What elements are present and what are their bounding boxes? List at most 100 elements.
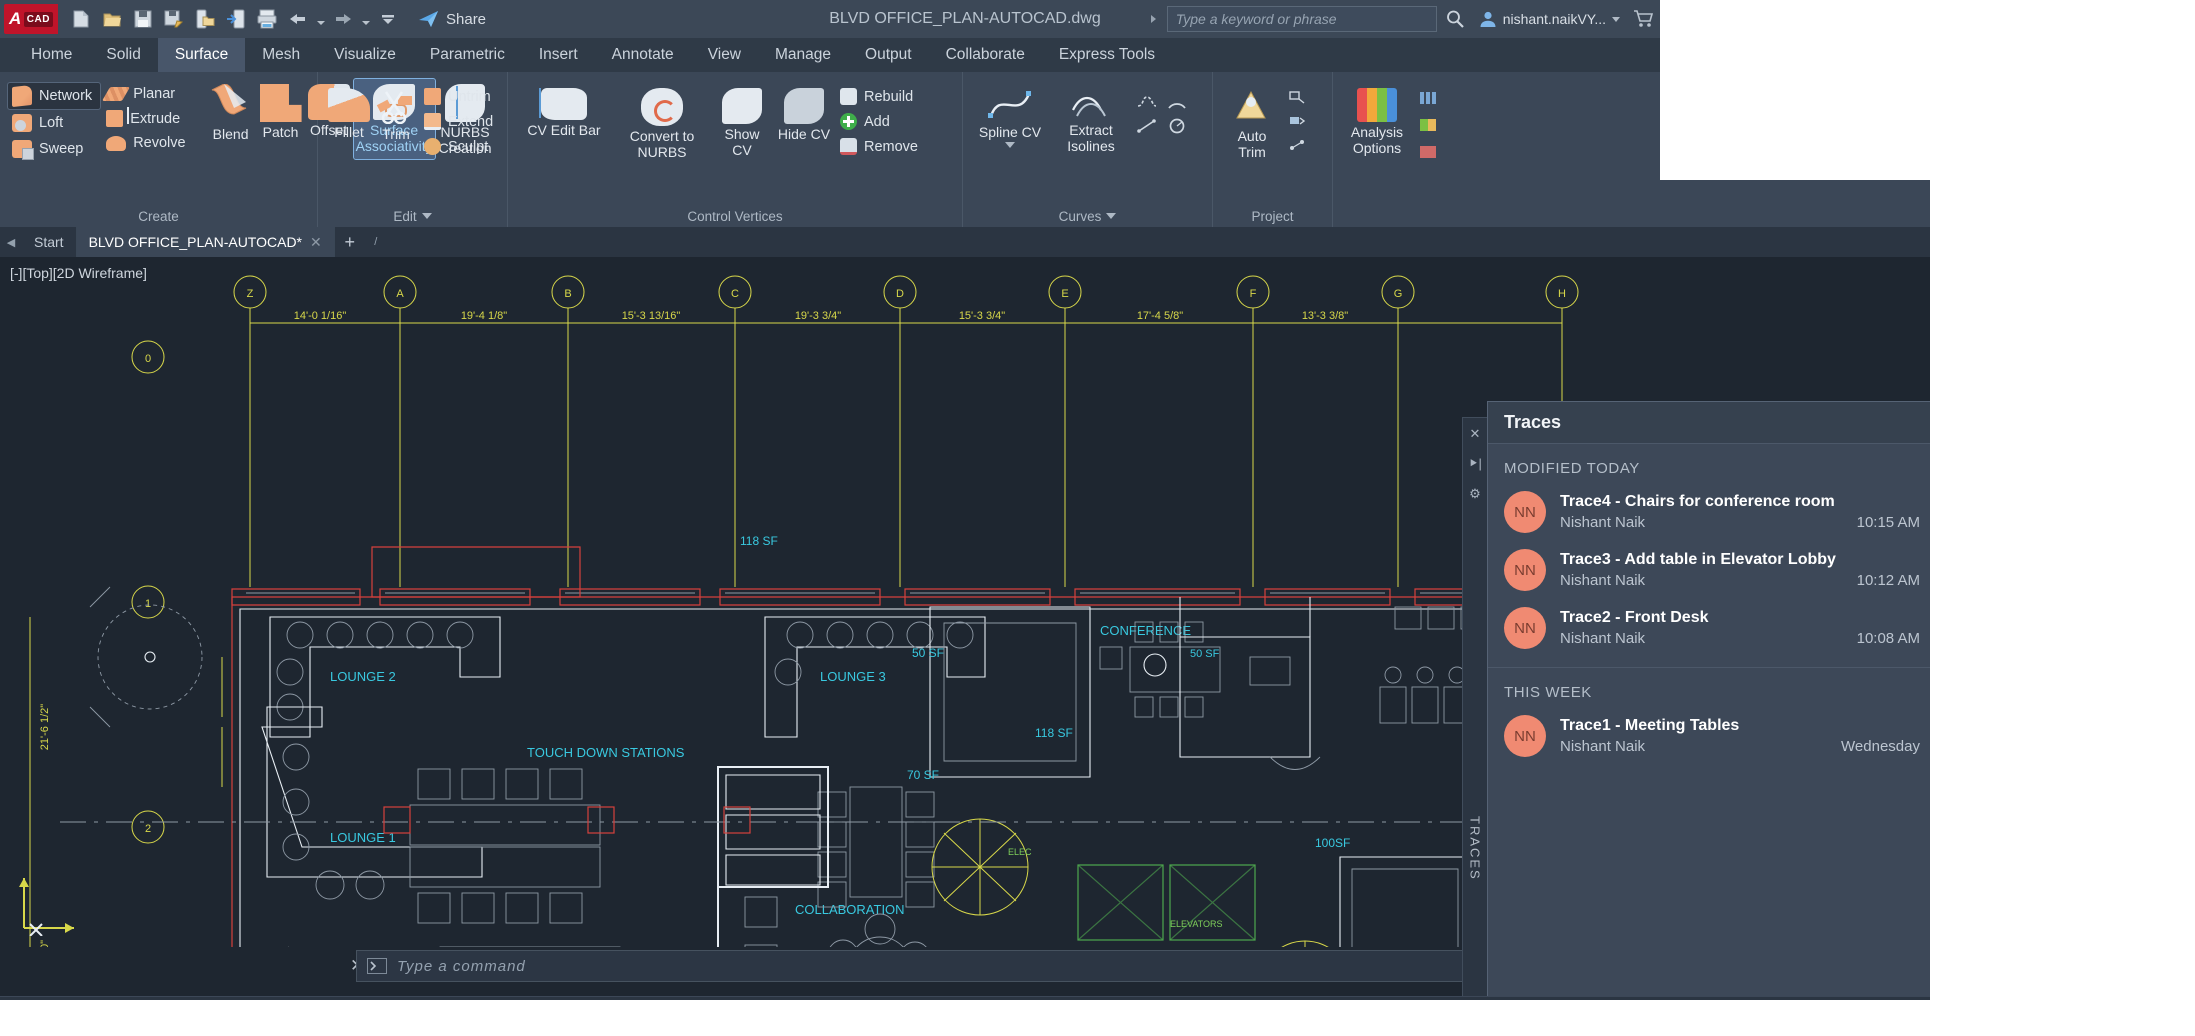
draft-analysis-button[interactable]: [1415, 141, 1441, 163]
loft-button[interactable]: Loft: [8, 111, 100, 135]
open-file-icon[interactable]: [97, 4, 127, 34]
surface-blend-button[interactable]: Blend: [206, 79, 256, 147]
extract-isolines-button[interactable]: Extract Isolines: [1051, 83, 1131, 159]
panel-title-edit[interactable]: Edit: [322, 205, 503, 227]
tab-output[interactable]: Output: [848, 38, 929, 72]
pin-icon[interactable]: ⯈|: [1468, 456, 1482, 472]
share-button[interactable]: Share: [410, 6, 494, 32]
show-cv-button[interactable]: Show CV: [712, 83, 772, 163]
panel-title-create: Create: [138, 208, 179, 224]
redo-icon[interactable]: [328, 4, 358, 34]
add-cv-button[interactable]: Add: [836, 110, 926, 133]
tab-surface[interactable]: Surface: [157, 38, 246, 72]
doc-tab-start[interactable]: Start: [22, 227, 77, 257]
trace-list-item[interactable]: NN Trace1 - Meeting Tables Nishant Naik …: [1488, 707, 1930, 765]
undo-dropdown-icon[interactable]: [314, 4, 327, 34]
options-icon[interactable]: ⚙: [1469, 486, 1481, 502]
new-document-tab-button[interactable]: +: [335, 227, 365, 257]
surface-untrim-button[interactable]: Untrim: [420, 85, 501, 108]
user-account-menu[interactable]: nishant.naikVY...: [1473, 7, 1626, 31]
viewport-control-label[interactable]: [-][Top][2D Wireframe]: [10, 265, 147, 281]
network-surface-button[interactable]: Network: [6, 82, 102, 110]
auto-trim-button[interactable]: Auto Trim: [1221, 83, 1283, 165]
tab-scroll-left-icon[interactable]: ◀: [0, 227, 22, 257]
tab-collaborate[interactable]: Collaborate: [929, 38, 1042, 72]
blend-curve-button[interactable]: [1133, 91, 1161, 113]
tab-annotate[interactable]: Annotate: [595, 38, 691, 72]
surface-fillet-button[interactable]: Fillet: [326, 83, 372, 145]
project-to-2-points-button[interactable]: [1285, 135, 1309, 155]
zebra-analysis-button[interactable]: [1415, 87, 1441, 109]
tab-manage[interactable]: Manage: [758, 38, 848, 72]
customize-qat-icon[interactable]: [373, 4, 403, 34]
trace-list-item[interactable]: NN Trace2 - Front Desk Nishant Naik 10:0…: [1488, 599, 1930, 657]
cart-icon[interactable]: [1629, 4, 1659, 34]
planar-surface-button[interactable]: Planar: [102, 83, 193, 105]
tab-insert[interactable]: Insert: [522, 38, 595, 72]
tab-express-tools[interactable]: Express Tools: [1042, 38, 1172, 72]
doc-tab-blvd-office-plan[interactable]: BLVD OFFICE_PLAN-AUTOCAD* ✕: [76, 227, 335, 257]
extrude-button[interactable]: Extrude: [102, 107, 193, 130]
svg-text:19'-3 3/4": 19'-3 3/4": [795, 310, 841, 322]
sweep-button[interactable]: Sweep: [8, 137, 100, 161]
surface-sculpt-button[interactable]: Sculpt: [420, 135, 501, 158]
button-label: Hide CV: [777, 126, 831, 142]
tab-solid[interactable]: Solid: [89, 38, 157, 72]
button-label: Loft: [39, 115, 64, 131]
close-icon[interactable]: ✕: [310, 234, 322, 251]
tab-home[interactable]: Home: [14, 38, 89, 72]
search-input[interactable]: Type a keyword or phrase: [1166, 6, 1437, 32]
rebuild-button[interactable]: Rebuild: [836, 85, 926, 108]
surface-patch-button[interactable]: Patch: [258, 79, 304, 145]
chevron-down-icon[interactable]: [1005, 142, 1015, 149]
revolve-button[interactable]: Revolve: [102, 132, 193, 154]
spline-cv-button[interactable]: Spline CV: [971, 83, 1049, 153]
save-to-mobile-icon[interactable]: [221, 4, 251, 34]
remove-cv-button[interactable]: Remove: [836, 135, 926, 158]
trace-list-item[interactable]: NN Trace3 - Add table in Elevator Lobby …: [1488, 541, 1930, 599]
tab-scroll-right-icon[interactable]: /: [365, 227, 387, 257]
tab-mesh[interactable]: Mesh: [245, 38, 317, 72]
svg-text:H: H: [1558, 288, 1566, 300]
project-to-view-button[interactable]: [1285, 111, 1309, 131]
undo-icon[interactable]: [283, 4, 313, 34]
tab-visualize[interactable]: Visualize: [317, 38, 413, 72]
open-from-mobile-icon[interactable]: [190, 4, 220, 34]
spline-fit-button[interactable]: [1133, 115, 1161, 137]
search-icon[interactable]: [1440, 4, 1470, 34]
project-to-ucs-button[interactable]: [1285, 87, 1309, 107]
grid-bubbles-top: Z A B C D E F G H: [233, 275, 1579, 309]
trace-list-item[interactable]: NN Trace4 - Chairs for conference room N…: [1488, 483, 1930, 541]
spline-fit-icon: [1137, 119, 1156, 133]
hide-cv-button[interactable]: Hide CV: [774, 83, 834, 147]
planar-surface-icon: [102, 87, 131, 101]
tab-parametric[interactable]: Parametric: [413, 38, 522, 72]
command-line-input[interactable]: Type a command: [356, 950, 1476, 982]
autocad-logo[interactable]: A CAD: [4, 4, 58, 34]
search-expand-icon[interactable]: [1150, 15, 1156, 23]
plot-icon[interactable]: [252, 4, 282, 34]
surface-trim-icon: [376, 88, 416, 124]
arc-curve-button[interactable]: [1163, 91, 1191, 113]
save-as-icon[interactable]: [159, 4, 189, 34]
circle-curve-button[interactable]: [1163, 115, 1191, 137]
save-icon[interactable]: [128, 4, 158, 34]
analysis-options-button[interactable]: Analysis Options: [1341, 83, 1413, 161]
cv-edit-bar-icon: [539, 88, 587, 120]
surface-extend-button[interactable]: Extend: [420, 110, 501, 133]
panel-title-project: Project: [1251, 208, 1294, 224]
cv-edit-bar-button[interactable]: CV Edit Bar: [516, 83, 612, 143]
tab-view[interactable]: View: [691, 38, 758, 72]
panel-title-curves[interactable]: Curves: [967, 205, 1208, 227]
surface-trim-button[interactable]: Trim: [374, 83, 418, 147]
command-prompt-icon: [367, 958, 387, 974]
redo-dropdown-icon[interactable]: [359, 4, 372, 34]
new-file-icon[interactable]: [66, 4, 96, 34]
close-icon[interactable]: ✕: [1470, 426, 1481, 442]
svg-text:13'-3 3/8": 13'-3 3/8": [1302, 310, 1348, 322]
curvature-analysis-button[interactable]: [1415, 114, 1441, 136]
traces-side-tabstrip[interactable]: ✕ ⯈| ⚙ TRACES: [1462, 417, 1488, 996]
convert-to-nurbs-button[interactable]: Convert to NURBS: [614, 83, 710, 165]
trace-title: Trace4 - Chairs for conference room: [1560, 493, 1835, 510]
drawing-canvas[interactable]: [-][Top][2D Wireframe] .wh{stroke:#e8eef…: [0, 257, 1930, 996]
